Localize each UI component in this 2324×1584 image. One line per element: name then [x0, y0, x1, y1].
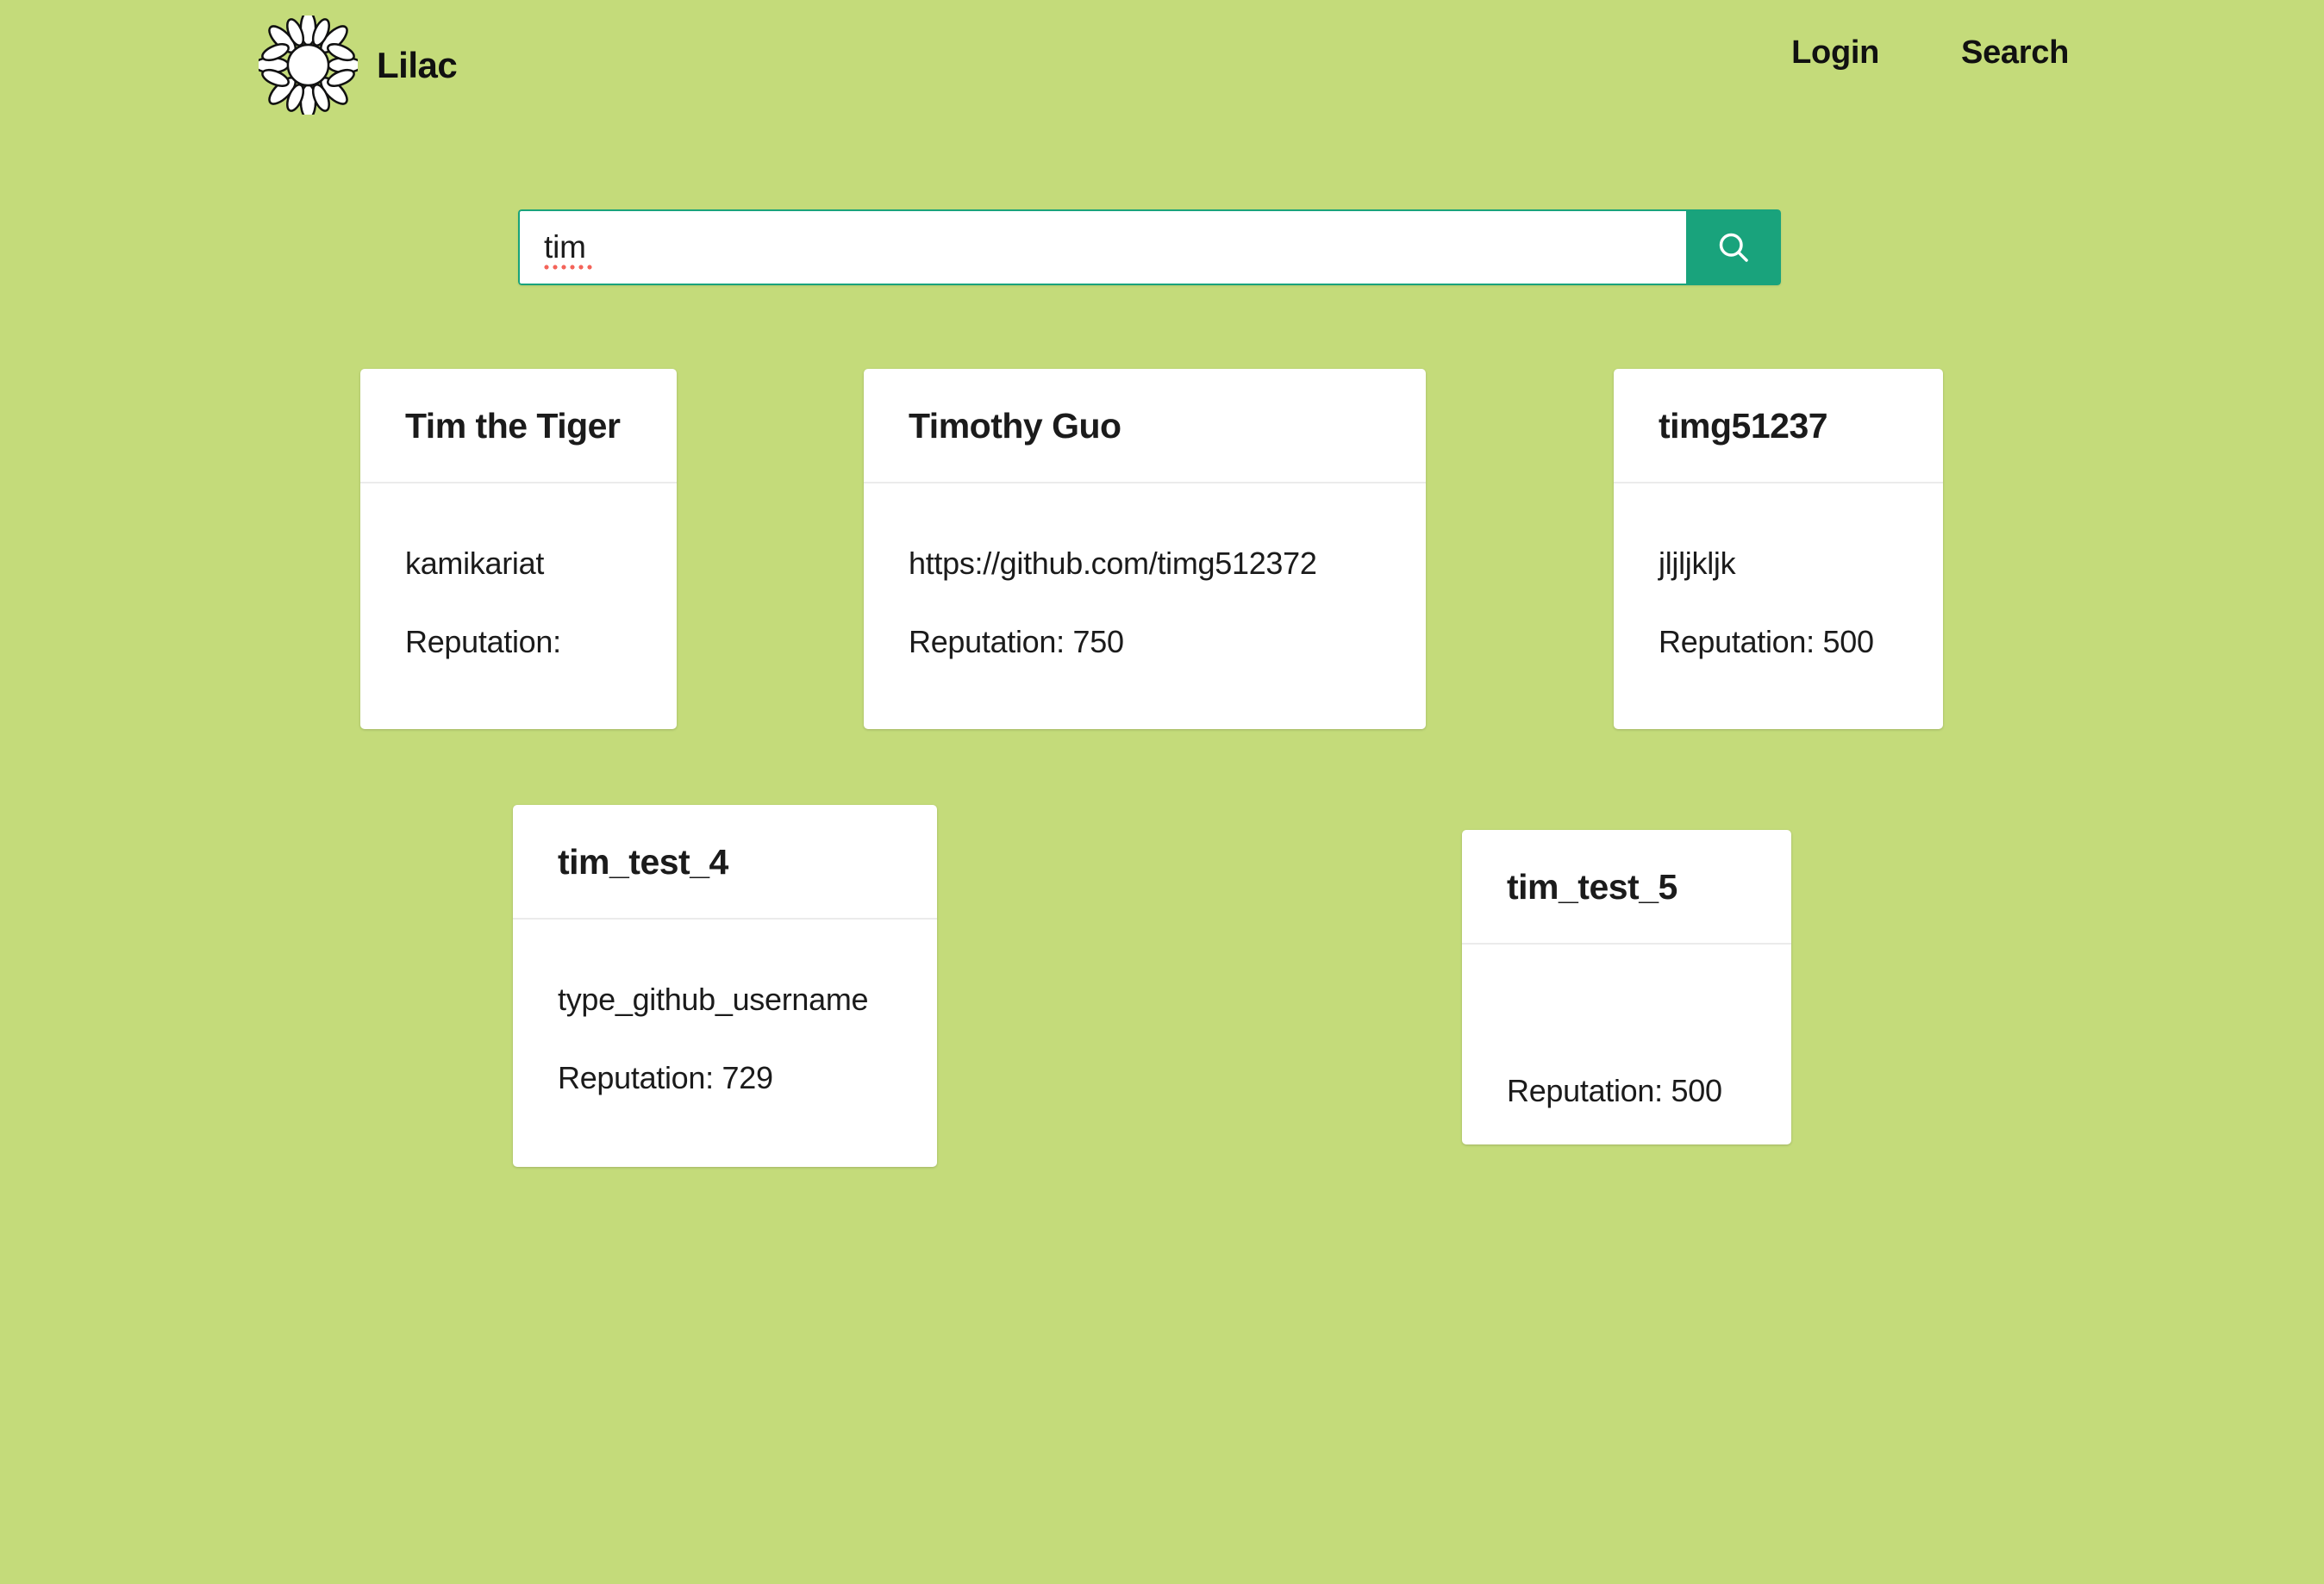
result-card-title: Timothy Guo: [909, 406, 1121, 446]
result-card-title: tim_test_4: [558, 842, 728, 882]
result-card-body: https://github.com/timg512372 Reputation…: [864, 483, 1426, 660]
result-card-header: Timothy Guo: [864, 369, 1426, 483]
result-card-reputation: Reputation:: [405, 624, 561, 659]
result-card-header: tim_test_5: [1462, 830, 1791, 945]
result-card-username: [1507, 995, 1746, 1031]
result-card[interactable]: tim_test_4 type_github_username Reputati…: [513, 805, 937, 1167]
result-card-reputation: Reputation: 750: [909, 624, 1124, 659]
result-card-username: kamikariat: [405, 546, 545, 581]
result-card-username: https://github.com/timg512372: [909, 546, 1317, 581]
result-card-header: timg51237: [1614, 369, 1943, 483]
result-card-header: tim_test_4: [513, 805, 937, 920]
result-card-title: Tim the Tiger: [405, 406, 621, 446]
result-card-body: kamikariat Reputation:: [360, 483, 677, 660]
result-card-title: tim_test_5: [1507, 867, 1677, 907]
result-card[interactable]: Tim the Tiger kamikariat Reputation:: [360, 369, 677, 729]
result-card-title: timg51237: [1659, 406, 1828, 446]
result-card[interactable]: timg51237 jljljkljk Reputation: 500: [1614, 369, 1943, 729]
result-card-body: jljljkljk Reputation: 500: [1614, 483, 1943, 660]
result-card[interactable]: Timothy Guo https://github.com/timg51237…: [864, 369, 1426, 729]
result-card-reputation: Reputation: 500: [1507, 1073, 1722, 1108]
result-card-reputation: Reputation: 729: [558, 1060, 773, 1095]
result-card-username: jljljkljk: [1659, 546, 1736, 581]
result-card-body: Reputation: 500: [1462, 945, 1791, 1109]
result-card-body: type_github_username Reputation: 729: [513, 920, 937, 1096]
result-card-header: Tim the Tiger: [360, 369, 677, 483]
result-card-reputation: Reputation: 500: [1659, 624, 1874, 659]
search-results: Tim the Tiger kamikariat Reputation: Tim…: [0, 0, 2324, 1584]
result-card[interactable]: tim_test_5 Reputation: 500: [1462, 830, 1791, 1144]
result-card-username: type_github_username: [558, 982, 869, 1017]
